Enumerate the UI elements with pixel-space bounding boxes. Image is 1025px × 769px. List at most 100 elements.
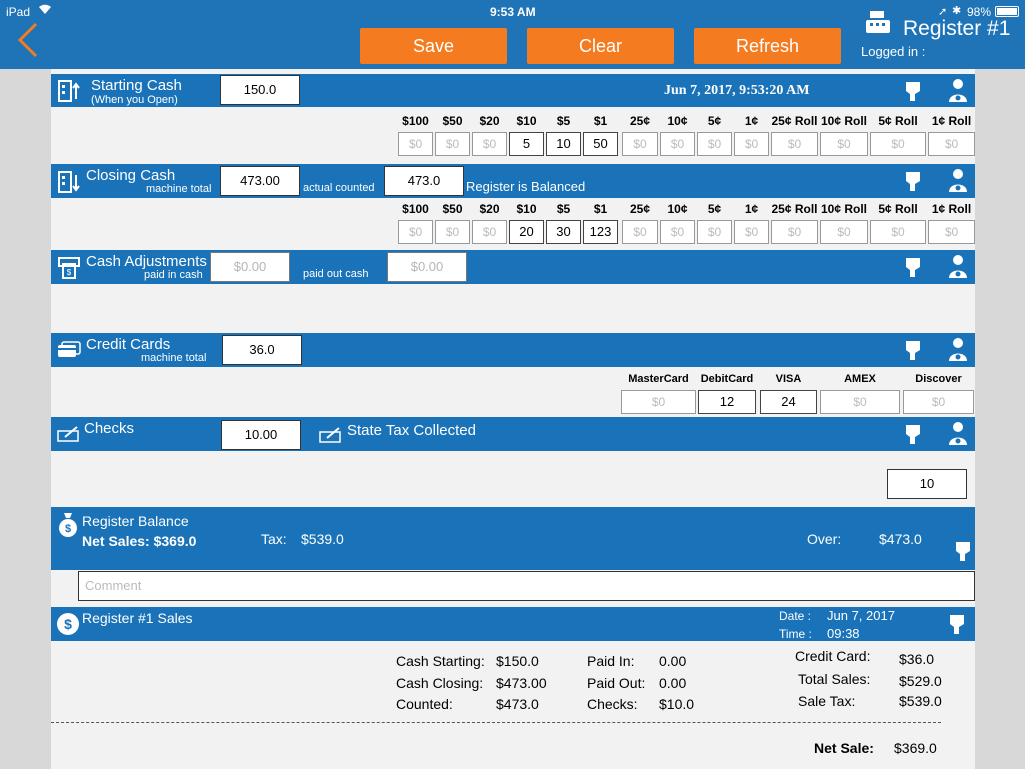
closing-count-input[interactable]: $0	[398, 220, 433, 244]
starting-count-input[interactable]: $0	[734, 132, 769, 156]
wifi-icon	[38, 4, 52, 18]
denomination-header: 25¢	[629, 202, 651, 216]
starting-cash-input[interactable]: 150.0	[220, 75, 300, 105]
denomination-header: 10¢ Roll	[820, 114, 868, 128]
starting-count-input[interactable]: $0	[870, 132, 926, 156]
card-amount-input[interactable]: 12	[698, 390, 756, 414]
closing-count-input[interactable]: $0	[697, 220, 732, 244]
print-icon[interactable]	[903, 79, 923, 108]
starting-count-input[interactable]: $0	[435, 132, 470, 156]
checks-input[interactable]: 10.00	[221, 420, 301, 450]
starting-count-input[interactable]: $0	[771, 132, 818, 156]
closing-machine-input[interactable]: 473.00	[220, 166, 300, 196]
over-label: Over:	[807, 531, 842, 547]
starting-count-input[interactable]: $0	[398, 132, 433, 156]
card-amount-input[interactable]: $0	[820, 390, 900, 414]
over-value: $473.0	[879, 531, 922, 547]
card-amount-input[interactable]: 24	[760, 390, 817, 414]
credit-machine-input[interactable]: 36.0	[222, 335, 302, 365]
starting-count-input[interactable]: $0	[622, 132, 658, 156]
closing-count-input[interactable]: $0	[660, 220, 695, 244]
back-arrow-icon[interactable]	[14, 20, 40, 65]
card-amount-input[interactable]: $0	[621, 390, 696, 414]
paid-out-input[interactable]: $0.00	[387, 252, 467, 282]
closing-count-input[interactable]: $0	[820, 220, 868, 244]
starting-count-input[interactable]: 5	[509, 132, 544, 156]
save-button[interactable]: Save	[360, 28, 507, 64]
device-label: iPad	[6, 5, 31, 19]
starting-count-input[interactable]: 10	[546, 132, 581, 156]
sales-date-label: Date :	[779, 609, 812, 623]
user-icon[interactable]	[947, 168, 969, 199]
state-tax-input[interactable]: 10	[887, 469, 967, 499]
closing-cash-title: Closing Cash	[86, 167, 176, 184]
credit-card-sales-label: Credit Card:	[795, 648, 871, 664]
user-icon[interactable]	[947, 337, 969, 368]
user-icon[interactable]	[947, 254, 969, 285]
credit-machine-label: machine total	[141, 352, 207, 364]
check-icon	[319, 426, 343, 449]
denomination-header: 1¢	[744, 114, 759, 128]
denomination-header: $1	[593, 202, 608, 216]
paid-out-sales-label: Paid Out:	[587, 675, 646, 691]
closing-count-input[interactable]: $0	[870, 220, 926, 244]
print-icon[interactable]	[903, 422, 923, 451]
bluetooth-icon: ✱	[952, 5, 962, 17]
print-icon[interactable]	[953, 539, 973, 568]
battery-icon	[995, 6, 1019, 17]
denomination-header: $20	[479, 114, 500, 128]
cash-closing-label: Cash Closing:	[396, 675, 484, 691]
starting-count-input[interactable]: $0	[928, 132, 975, 156]
starting-count-input[interactable]: $0	[660, 132, 695, 156]
closing-count-input[interactable]: 30	[546, 220, 581, 244]
cash-closing-value: $473.00	[496, 675, 547, 691]
closing-count-input[interactable]: $0	[622, 220, 658, 244]
denomination-header: 25¢ Roll	[771, 114, 818, 128]
print-icon[interactable]	[903, 338, 923, 367]
register-balance-title: Register Balance	[82, 513, 189, 529]
cash-starting-value: $150.0	[496, 653, 539, 669]
print-icon[interactable]	[903, 169, 923, 198]
register-open-icon	[57, 79, 81, 108]
closing-count-input[interactable]: $0	[771, 220, 818, 244]
cash-adjustments-title: Cash Adjustments	[86, 253, 207, 270]
user-icon[interactable]	[947, 421, 969, 452]
closing-count-input[interactable]: $0	[435, 220, 470, 244]
closing-count-input[interactable]: $0	[928, 220, 975, 244]
print-icon[interactable]	[903, 255, 923, 284]
net-sale-label: Net Sale:	[814, 740, 874, 756]
denomination-header: $50	[442, 202, 463, 216]
denomination-header: 25¢	[629, 114, 651, 128]
top-bar: iPad 9:53 AM ➚ ✱ 98% Save Clear Refresh …	[0, 0, 1025, 69]
refresh-button[interactable]: Refresh	[694, 28, 841, 64]
denomination-header: 1¢ Roll	[931, 202, 972, 216]
sale-tax-label: Sale Tax:	[798, 693, 856, 709]
date-time-display: Jun 7, 2017, 9:53:20 AM	[664, 83, 810, 98]
starting-count-input[interactable]: $0	[697, 132, 732, 156]
register-close-icon	[57, 170, 81, 199]
closing-count-input[interactable]: 123	[583, 220, 618, 244]
clear-button[interactable]: Clear	[527, 28, 674, 64]
closing-counted-label: actual counted	[303, 182, 375, 194]
money-bag-icon: $	[57, 511, 79, 542]
starting-count-input[interactable]: $0	[472, 132, 507, 156]
paid-in-sales-value: 0.00	[659, 653, 687, 669]
checks-sales-value: $10.0	[659, 696, 695, 712]
sales-date-value: Jun 7, 2017	[827, 608, 895, 623]
user-icon[interactable]	[947, 78, 969, 109]
closing-counted-input[interactable]: 473.0	[384, 166, 464, 196]
starting-cash-subtitle: (When you Open)	[91, 94, 178, 106]
print-icon[interactable]	[947, 612, 967, 641]
atm-icon: $	[57, 256, 81, 285]
denomination-header: 1¢	[744, 202, 759, 216]
starting-count-input[interactable]: $0	[820, 132, 868, 156]
card-amount-input[interactable]: $0	[903, 390, 974, 414]
closing-count-input[interactable]: $0	[734, 220, 769, 244]
starting-count-input[interactable]: 50	[583, 132, 618, 156]
paid-in-input[interactable]: $0.00	[210, 252, 290, 282]
state-tax-title: State Tax Collected	[347, 422, 476, 439]
closing-count-input[interactable]: $0	[472, 220, 507, 244]
sales-time-label: Time :	[779, 627, 812, 641]
comment-field[interactable]: Comment	[78, 571, 975, 601]
closing-count-input[interactable]: 20	[509, 220, 544, 244]
